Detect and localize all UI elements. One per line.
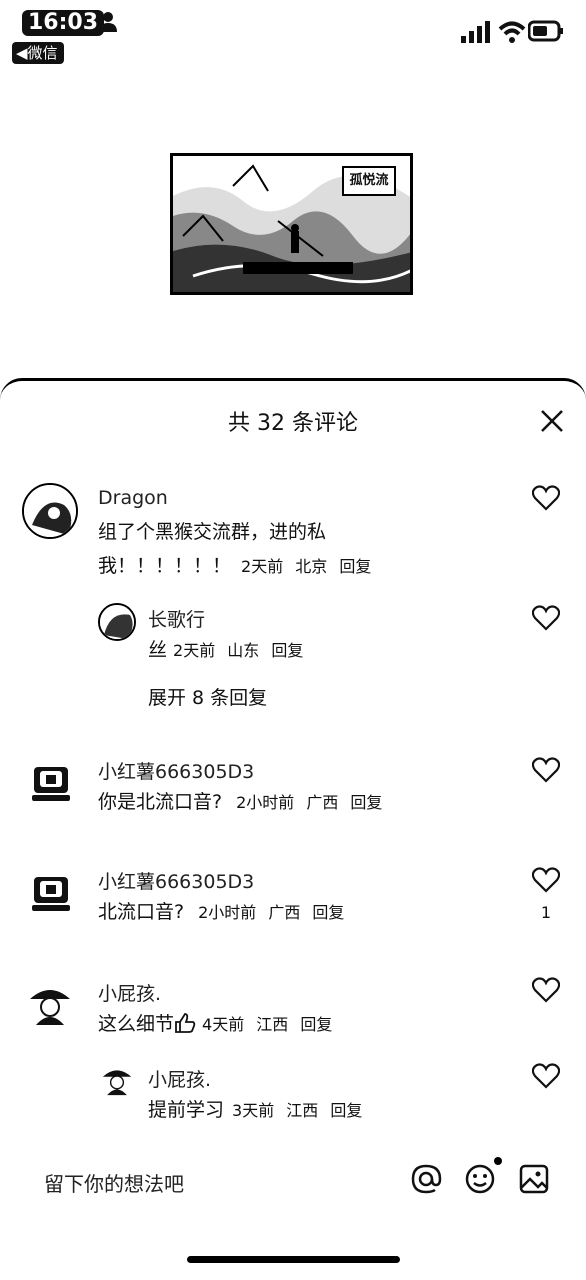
back-to-wechat-button[interactable]: ◀微信 bbox=[12, 42, 64, 64]
cellular-signal-icon bbox=[461, 21, 490, 43]
comment-time: 2小时前 bbox=[198, 903, 257, 922]
reply-text-row: 丝 2天前 山东 回复 bbox=[148, 633, 303, 668]
reply-text: 提前学习 bbox=[148, 1099, 225, 1121]
comment-location: 江西 bbox=[256, 1015, 289, 1034]
reply-username[interactable]: 小屁孩. bbox=[148, 1065, 211, 1092]
comment-location: 广西 bbox=[306, 793, 339, 812]
comments-sheet: 共 32 条评论 Dragon 组了个黑猴交流群，进的私 我！！！！！！ 2天前 … bbox=[0, 378, 586, 1280]
reply-button[interactable]: 回复 bbox=[339, 557, 371, 576]
emoji-icon[interactable] bbox=[464, 1163, 496, 1195]
like-heart-icon[interactable] bbox=[532, 757, 560, 783]
expand-replies-button[interactable]: 展开 8 条回复 bbox=[148, 683, 267, 710]
person-icon bbox=[99, 12, 117, 32]
comment-username[interactable]: 小屁孩. bbox=[98, 979, 161, 1006]
avatar[interactable] bbox=[26, 983, 74, 1027]
reply-button[interactable]: 回复 bbox=[300, 1015, 332, 1034]
comment-time: 2小时前 bbox=[236, 793, 295, 812]
reply-button[interactable]: 回复 bbox=[350, 793, 382, 812]
comment-text: 我！！！！！！ bbox=[98, 555, 232, 577]
comment-text-row: 北流口音? 2小时前 广西 回复 bbox=[98, 895, 344, 930]
comment-time: 4天前 bbox=[202, 1015, 245, 1034]
notification-dot bbox=[494, 1157, 502, 1165]
comment-location: 广西 bbox=[268, 903, 301, 922]
reply-button[interactable]: 回复 bbox=[271, 641, 303, 660]
like-heart-icon[interactable] bbox=[532, 605, 560, 631]
avatar[interactable] bbox=[32, 765, 70, 803]
comment-text-row: 这么细节 4天前 江西 回复 bbox=[98, 1007, 332, 1042]
back-label: 微信 bbox=[27, 44, 58, 62]
comments-count-title: 共 32 条评论 bbox=[228, 411, 358, 436]
status-bar: 16:03 ◀微信 bbox=[0, 0, 586, 70]
avatar[interactable] bbox=[32, 875, 70, 913]
image-icon[interactable] bbox=[518, 1163, 550, 1195]
video-player[interactable]: 孤悦流 bbox=[170, 153, 413, 295]
battery-icon bbox=[528, 20, 563, 42]
comment-text: 北流口音? bbox=[98, 901, 185, 923]
avatar[interactable] bbox=[100, 1065, 134, 1097]
home-indicator bbox=[187, 1256, 400, 1263]
reply-location: 江西 bbox=[286, 1101, 319, 1120]
comment-input[interactable]: 留下你的想法吧 bbox=[44, 1168, 184, 1197]
comment-text-row: 你是北流口音? 2小时前 广西 回复 bbox=[98, 785, 382, 820]
avatar[interactable] bbox=[98, 603, 136, 641]
comment-text: 你是北流口音? bbox=[98, 791, 223, 813]
like-count: 1 bbox=[540, 903, 551, 922]
comment-text-line2: 我！！！！！！ 2天前 北京 回复 bbox=[98, 549, 371, 584]
status-time: 16:03 bbox=[22, 10, 105, 36]
comment-username[interactable]: 小红薯666305D3 bbox=[98, 867, 254, 894]
reply-username[interactable]: 长歌行 bbox=[148, 605, 205, 632]
reply-time: 3天前 bbox=[232, 1101, 275, 1120]
comment-time: 2天前 bbox=[241, 557, 284, 576]
comment-text: 这么细节 bbox=[98, 1013, 175, 1035]
comment-text-line1: 组了个黑猴交流群，进的私 bbox=[98, 521, 327, 543]
video-title-stamp: 孤悦流 bbox=[342, 166, 396, 196]
like-heart-icon[interactable] bbox=[532, 1063, 560, 1089]
reply-location: 山东 bbox=[227, 641, 260, 660]
reply-button[interactable]: 回复 bbox=[312, 903, 344, 922]
like-heart-icon[interactable] bbox=[532, 485, 560, 511]
comment-input-bar: 留下你的想法吧 bbox=[0, 1150, 586, 1210]
mention-icon[interactable] bbox=[410, 1163, 442, 1195]
wifi-icon bbox=[498, 21, 526, 43]
reply-text-row: 提前学习 3天前 江西 回复 bbox=[148, 1093, 362, 1128]
comment-location: 北京 bbox=[295, 557, 328, 576]
comment-username[interactable]: 小红薯666305D3 bbox=[98, 757, 254, 784]
close-icon[interactable] bbox=[540, 409, 564, 433]
thumbs-up-icon bbox=[175, 1013, 196, 1033]
avatar[interactable] bbox=[22, 483, 78, 539]
reply-time: 2天前 bbox=[173, 641, 216, 660]
reply-text: 丝 bbox=[148, 639, 168, 661]
comment-username[interactable]: Dragon bbox=[98, 487, 168, 509]
reply-button[interactable]: 回复 bbox=[330, 1101, 362, 1120]
like-heart-icon[interactable] bbox=[532, 977, 560, 1003]
like-heart-icon[interactable] bbox=[532, 867, 560, 893]
back-arrow-icon: ◀ bbox=[16, 44, 28, 62]
video-subtitle-bar bbox=[243, 262, 353, 274]
